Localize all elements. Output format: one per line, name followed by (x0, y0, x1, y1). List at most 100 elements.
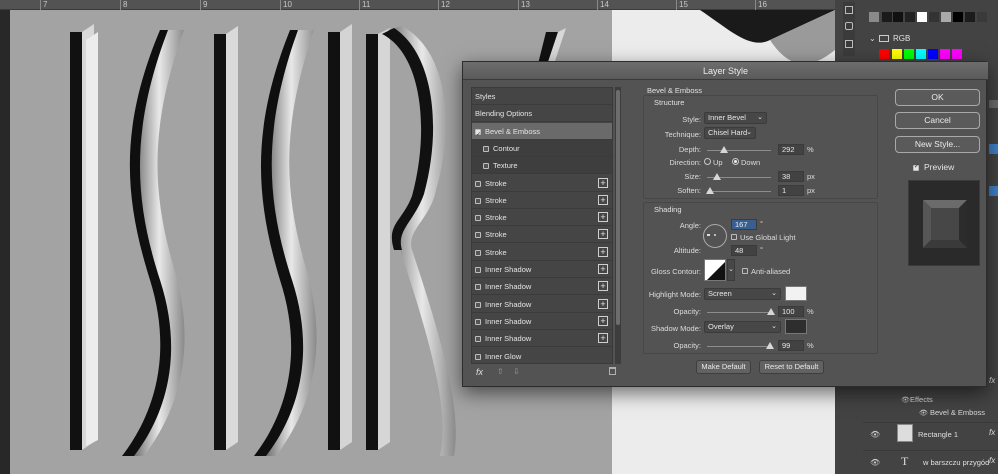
style-checkbox[interactable] (475, 353, 481, 360)
style-list-item[interactable]: Inner Shadow + (472, 278, 612, 296)
style-list-item[interactable]: Contour (472, 139, 612, 157)
style-checkbox[interactable] (475, 318, 481, 325)
depth-slider-thumb[interactable] (720, 146, 728, 153)
global-light-checkbox[interactable] (731, 234, 737, 240)
style-list-item[interactable]: Inner Shadow + (472, 313, 612, 330)
add-effect-plus-icon[interactable]: + (598, 333, 608, 344)
soften-input[interactable]: 1 (778, 185, 804, 196)
eye-icon[interactable]: 👁 (870, 430, 880, 439)
style-list-item[interactable]: Inner Shadow + (472, 261, 612, 278)
rgb-folder-chevron-icon[interactable]: ⌄ (869, 34, 876, 43)
trash-icon[interactable] (609, 367, 616, 375)
styles-list[interactable]: Styles Blending Options Bevel & Emboss Cont… (471, 87, 613, 364)
highlight-color-swatch[interactable] (785, 286, 807, 301)
style-checkbox[interactable] (475, 180, 481, 187)
direction-up-radio[interactable] (704, 158, 711, 165)
swatch[interactable] (917, 12, 927, 22)
angle-input[interactable]: 167 (731, 219, 757, 230)
swatch[interactable] (892, 49, 902, 59)
size-input[interactable]: 38 (778, 171, 804, 182)
style-list-item[interactable]: Inner Shadow + (472, 330, 612, 348)
swatch[interactable] (953, 12, 963, 22)
swatch[interactable] (952, 49, 962, 59)
style-list-item[interactable]: Blending Options (472, 105, 612, 123)
swatch[interactable] (882, 12, 892, 22)
style-list-item[interactable]: Texture (472, 157, 612, 175)
style-checkbox[interactable] (475, 267, 481, 273)
panel-tool-icon[interactable] (845, 40, 853, 48)
swatch[interactable] (904, 49, 914, 59)
panel-tool-icon[interactable] (845, 22, 853, 30)
add-effect-plus-icon[interactable]: + (598, 177, 608, 188)
add-effect-plus-icon[interactable]: + (598, 298, 608, 309)
style-list-item[interactable]: Stroke + (472, 175, 612, 192)
gloss-contour-preview[interactable] (704, 259, 726, 281)
style-checkbox[interactable] (475, 127, 481, 144)
swatch[interactable] (928, 49, 938, 59)
fx-menu-icon[interactable]: fx (476, 367, 483, 377)
technique-select[interactable]: Chisel Hard ⌄ (704, 127, 756, 139)
eye-icon[interactable]: 👁 (901, 396, 910, 404)
style-checkbox[interactable] (475, 336, 481, 343)
swatch[interactable] (869, 12, 879, 22)
depth-slider[interactable] (707, 150, 771, 151)
style-select[interactable]: Inner Bevel ⌄ (704, 112, 767, 124)
swatch[interactable] (916, 49, 926, 59)
swatch[interactable] (940, 49, 950, 59)
reset-to-default-button[interactable]: Reset to Default (759, 360, 824, 374)
highlight-opacity-input[interactable]: 100 (778, 306, 804, 317)
swatch[interactable] (905, 12, 915, 22)
direction-down-radio[interactable] (732, 158, 739, 165)
eye-icon[interactable]: 👁 (870, 458, 880, 467)
gloss-contour-dropdown[interactable]: ⌄ (727, 259, 735, 281)
shadow-mode-select[interactable]: Overlay ⌄ (704, 321, 781, 333)
swatch[interactable] (893, 12, 903, 22)
shadow-opacity-slider[interactable] (707, 346, 771, 347)
soften-slider-thumb[interactable] (706, 187, 714, 194)
shadow-opacity-input[interactable]: 99 (778, 340, 804, 351)
depth-input[interactable]: 292 (778, 144, 804, 155)
style-list-item[interactable]: Inner Shadow + (472, 296, 612, 313)
anti-aliased-checkbox[interactable] (742, 268, 748, 274)
swatch[interactable] (941, 12, 951, 22)
add-effect-plus-icon[interactable]: + (598, 264, 608, 274)
shadow-color-swatch[interactable] (785, 319, 807, 334)
style-checkbox[interactable] (475, 301, 481, 308)
soften-slider[interactable] (707, 191, 771, 192)
style-checkbox[interactable] (475, 197, 481, 204)
style-checkbox[interactable] (475, 249, 481, 256)
styles-scroll-thumb[interactable] (616, 90, 620, 325)
style-list-item[interactable]: Stroke + (472, 192, 612, 209)
add-effect-plus-icon[interactable]: + (598, 212, 608, 223)
style-list-item[interactable]: Bevel & Emboss (472, 122, 612, 144)
preview-checkbox[interactable] (913, 163, 919, 171)
add-effect-plus-icon[interactable]: + (598, 315, 608, 326)
move-up-icon[interactable]: ⇧ (497, 367, 504, 376)
shadow-opacity-thumb[interactable] (766, 342, 774, 349)
highlight-mode-select[interactable]: Screen ⌄ (704, 288, 781, 300)
style-list-item[interactable]: Styles (472, 88, 612, 105)
add-effect-plus-icon[interactable]: + (598, 246, 608, 257)
add-effect-plus-icon[interactable]: + (598, 229, 608, 240)
style-checkbox[interactable] (475, 215, 481, 222)
style-list-item[interactable]: Stroke + (472, 226, 612, 244)
cancel-button[interactable]: Cancel (895, 112, 980, 129)
style-checkbox[interactable] (483, 145, 489, 152)
swatch[interactable] (879, 49, 889, 59)
swatch[interactable] (977, 12, 987, 22)
style-list-item[interactable]: Stroke + (472, 244, 612, 261)
make-default-button[interactable]: Make Default (696, 360, 751, 374)
add-effect-plus-icon[interactable]: + (598, 281, 608, 292)
add-effect-plus-icon[interactable]: + (598, 194, 608, 205)
style-list-item[interactable]: Inner Glow (472, 348, 612, 364)
size-slider-thumb[interactable] (713, 173, 721, 180)
angle-dial[interactable] (703, 224, 727, 248)
style-checkbox[interactable] (475, 284, 481, 291)
highlight-opacity-slider[interactable] (707, 312, 771, 313)
altitude-input[interactable]: 48 (731, 245, 757, 256)
highlight-opacity-thumb[interactable] (767, 308, 775, 315)
panel-tool-icon[interactable] (845, 6, 853, 14)
ok-button[interactable]: OK (895, 89, 980, 106)
eye-icon[interactable]: 👁 (919, 409, 928, 417)
swatch[interactable] (965, 12, 975, 22)
